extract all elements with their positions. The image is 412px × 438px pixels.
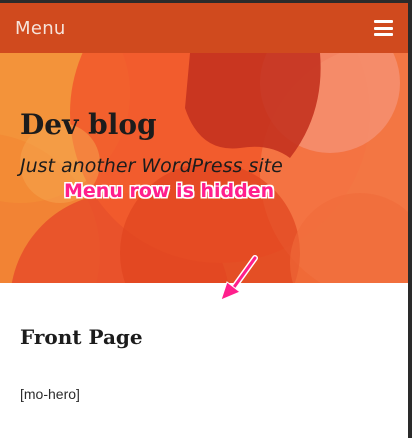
hero-banner: Dev blog Just another WordPress site xyxy=(0,53,408,283)
menu-label[interactable]: Menu xyxy=(15,18,66,39)
window-top-border xyxy=(0,0,412,3)
window-right-border xyxy=(408,0,412,438)
main-content: Front Page [mo-hero] xyxy=(0,283,408,438)
menu-bar[interactable]: Menu xyxy=(0,3,408,53)
annotation-label: Menu row is hidden xyxy=(64,180,275,202)
page-title: Front Page xyxy=(20,325,143,349)
hamburger-icon[interactable] xyxy=(374,20,393,36)
site-title[interactable]: Dev blog xyxy=(20,108,157,141)
site-tagline: Just another WordPress site xyxy=(20,155,283,177)
page-body-text: [mo-hero] xyxy=(20,386,80,402)
